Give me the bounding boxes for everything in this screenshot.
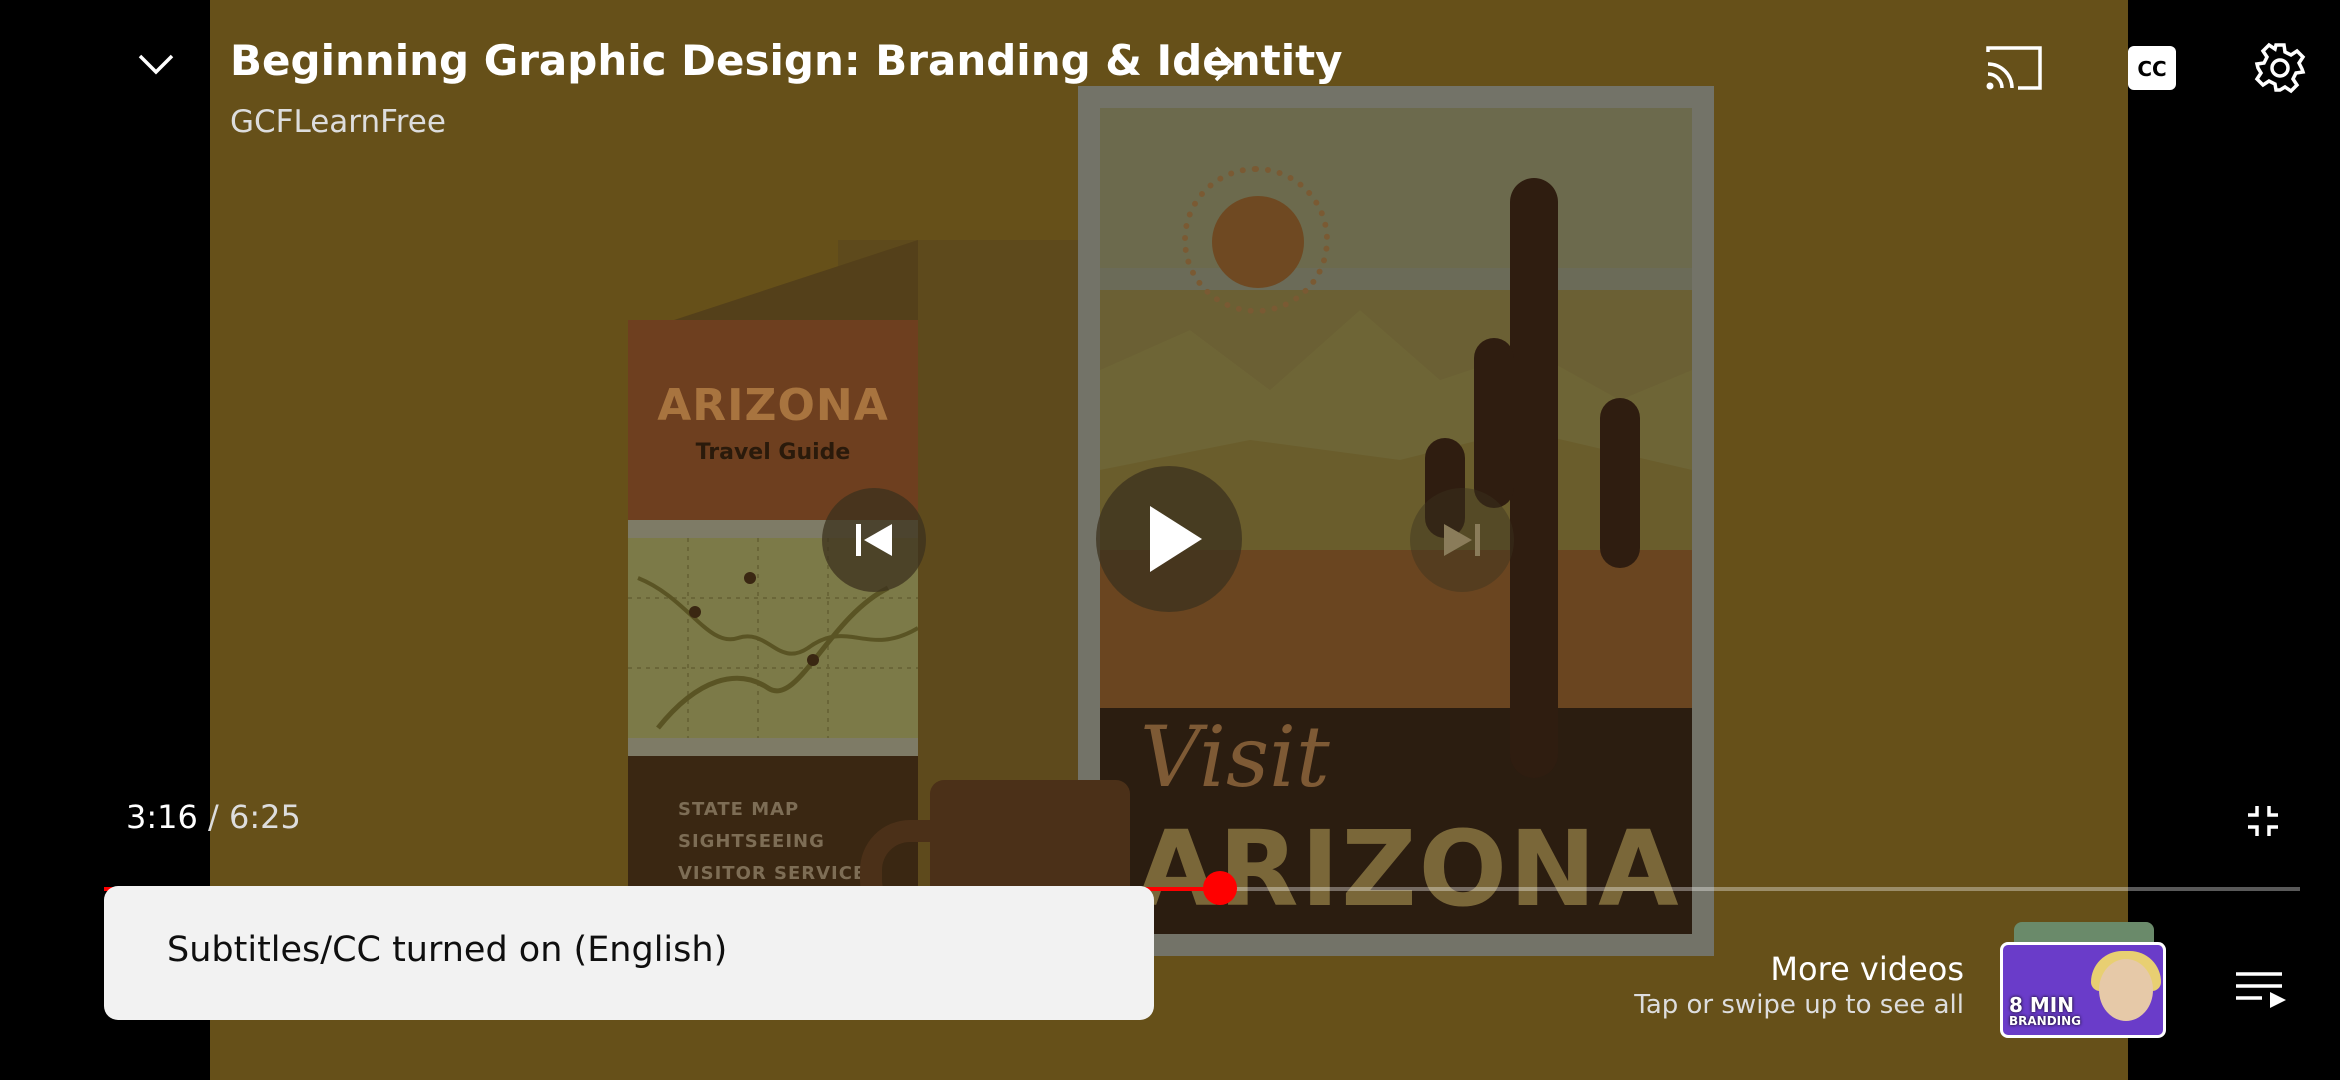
chevron-down-icon[interactable] bbox=[136, 44, 176, 84]
thumbnail-badge: 8 MIN BRANDING bbox=[2009, 993, 2082, 1028]
duration: 6:25 bbox=[228, 798, 301, 836]
cc-icon[interactable]: CC bbox=[2128, 46, 2176, 90]
next-button[interactable] bbox=[1410, 488, 1514, 592]
play-button[interactable] bbox=[1096, 466, 1242, 612]
sun-illustration bbox=[1212, 196, 1304, 288]
brochure-title: ARIZONA bbox=[657, 380, 889, 431]
brochure-subtitle: Travel Guide bbox=[695, 440, 851, 465]
more-videos-title[interactable]: More videos bbox=[1770, 950, 1964, 988]
svg-text:CC: CC bbox=[2137, 57, 2166, 81]
time-display: 3:16 / 6:25 bbox=[126, 798, 301, 836]
channel-name[interactable]: GCFLearnFree bbox=[230, 104, 446, 140]
poster-script: Visit bbox=[1140, 708, 1330, 806]
toast-message: Subtitles/CC turned on (English) bbox=[167, 930, 728, 970]
more-videos-subtitle: Tap or swipe up to see all bbox=[1634, 990, 1964, 1020]
skip-previous-icon bbox=[856, 524, 892, 556]
current-time: 3:16 bbox=[126, 798, 198, 836]
cactus-illustration bbox=[1510, 178, 1558, 778]
gear-icon[interactable] bbox=[2254, 42, 2306, 94]
time-separator: / bbox=[197, 798, 229, 836]
poster-title: ARIZONA bbox=[1136, 808, 1681, 930]
fullscreen-exit-icon[interactable] bbox=[2246, 804, 2280, 838]
brochure-list: STATE MAP SIGHTSEEING VISITOR SERVICES bbox=[678, 799, 881, 884]
playlist-icon[interactable] bbox=[2234, 970, 2290, 1010]
skip-next-icon bbox=[1444, 524, 1480, 556]
presenter-avatar bbox=[2099, 959, 2153, 1021]
brochure-flap bbox=[668, 240, 918, 322]
cast-icon[interactable] bbox=[1986, 46, 2042, 90]
progress-scrubber[interactable] bbox=[1202, 871, 1237, 905]
chevron-right-icon[interactable] bbox=[1208, 44, 1238, 84]
video-title[interactable]: Beginning Graphic Design: Branding & Ide… bbox=[230, 36, 1343, 85]
play-icon bbox=[1150, 506, 1202, 572]
previous-button[interactable] bbox=[822, 488, 926, 592]
subtitles-toast: Subtitles/CC turned on (English) bbox=[104, 886, 1154, 1020]
more-videos-thumbnail[interactable]: 8 MIN BRANDING bbox=[2000, 922, 2170, 1040]
